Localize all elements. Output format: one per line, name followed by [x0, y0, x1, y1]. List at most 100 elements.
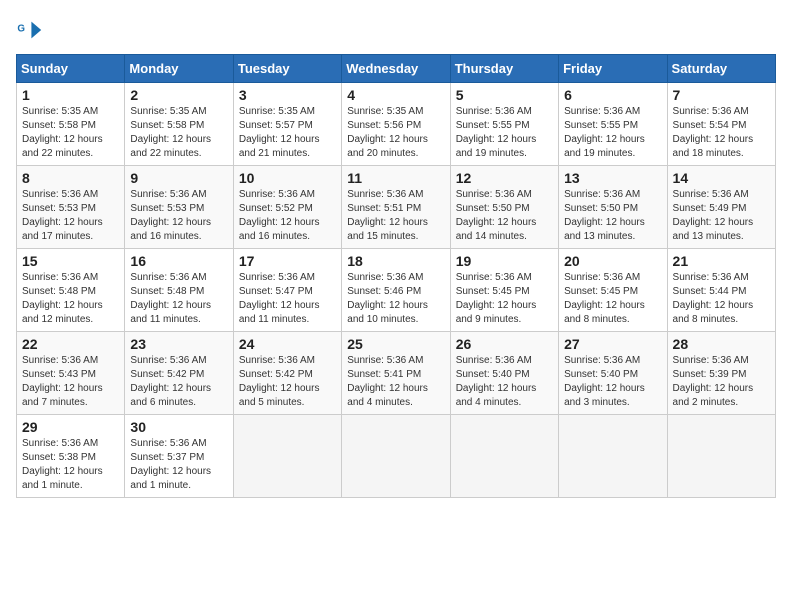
calendar-week-5: 29 Sunrise: 5:36 AMSunset: 5:38 PMDaylig… [17, 415, 776, 498]
day-info: Sunrise: 5:36 AMSunset: 5:54 PMDaylight:… [673, 106, 754, 159]
day-number: 24 [239, 336, 336, 352]
calendar-day-23: 23 Sunrise: 5:36 AMSunset: 5:42 PMDaylig… [125, 332, 233, 415]
calendar-header-tuesday: Tuesday [233, 55, 341, 83]
calendar-day-8: 8 Sunrise: 5:36 AMSunset: 5:53 PMDayligh… [17, 166, 125, 249]
day-info: Sunrise: 5:36 AMSunset: 5:45 PMDaylight:… [564, 272, 645, 325]
day-number: 7 [673, 87, 770, 103]
calendar-day-16: 16 Sunrise: 5:36 AMSunset: 5:48 PMDaylig… [125, 249, 233, 332]
day-number: 13 [564, 170, 661, 186]
day-info: Sunrise: 5:36 AMSunset: 5:41 PMDaylight:… [347, 355, 428, 408]
day-info: Sunrise: 5:36 AMSunset: 5:55 PMDaylight:… [564, 106, 645, 159]
day-info: Sunrise: 5:36 AMSunset: 5:53 PMDaylight:… [22, 189, 103, 242]
calendar-header-thursday: Thursday [450, 55, 558, 83]
day-info: Sunrise: 5:36 AMSunset: 5:45 PMDaylight:… [456, 272, 537, 325]
day-info: Sunrise: 5:36 AMSunset: 5:48 PMDaylight:… [22, 272, 103, 325]
day-number: 11 [347, 170, 444, 186]
day-number: 28 [673, 336, 770, 352]
svg-text:G: G [17, 23, 25, 34]
day-info: Sunrise: 5:36 AMSunset: 5:47 PMDaylight:… [239, 272, 320, 325]
day-info: Sunrise: 5:36 AMSunset: 5:43 PMDaylight:… [22, 355, 103, 408]
day-number: 18 [347, 253, 444, 269]
calendar-day-10: 10 Sunrise: 5:36 AMSunset: 5:52 PMDaylig… [233, 166, 341, 249]
calendar-day-13: 13 Sunrise: 5:36 AMSunset: 5:50 PMDaylig… [559, 166, 667, 249]
day-number: 15 [22, 253, 119, 269]
day-number: 6 [564, 87, 661, 103]
day-number: 29 [22, 419, 119, 435]
calendar-day-empty [667, 415, 775, 498]
calendar-day-11: 11 Sunrise: 5:36 AMSunset: 5:51 PMDaylig… [342, 166, 450, 249]
day-info: Sunrise: 5:36 AMSunset: 5:49 PMDaylight:… [673, 189, 754, 242]
calendar-header-wednesday: Wednesday [342, 55, 450, 83]
calendar-day-6: 6 Sunrise: 5:36 AMSunset: 5:55 PMDayligh… [559, 83, 667, 166]
calendar-day-12: 12 Sunrise: 5:36 AMSunset: 5:50 PMDaylig… [450, 166, 558, 249]
calendar-day-28: 28 Sunrise: 5:36 AMSunset: 5:39 PMDaylig… [667, 332, 775, 415]
calendar-week-1: 1 Sunrise: 5:35 AMSunset: 5:58 PMDayligh… [17, 83, 776, 166]
calendar-day-22: 22 Sunrise: 5:36 AMSunset: 5:43 PMDaylig… [17, 332, 125, 415]
logo-icon: G [16, 16, 44, 44]
day-info: Sunrise: 5:36 AMSunset: 5:38 PMDaylight:… [22, 438, 103, 491]
calendar-day-18: 18 Sunrise: 5:36 AMSunset: 5:46 PMDaylig… [342, 249, 450, 332]
page-header: G [16, 16, 776, 44]
calendar-header-saturday: Saturday [667, 55, 775, 83]
day-info: Sunrise: 5:36 AMSunset: 5:46 PMDaylight:… [347, 272, 428, 325]
day-info: Sunrise: 5:36 AMSunset: 5:51 PMDaylight:… [347, 189, 428, 242]
calendar-day-21: 21 Sunrise: 5:36 AMSunset: 5:44 PMDaylig… [667, 249, 775, 332]
day-info: Sunrise: 5:36 AMSunset: 5:53 PMDaylight:… [130, 189, 211, 242]
calendar-header-monday: Monday [125, 55, 233, 83]
day-number: 2 [130, 87, 227, 103]
calendar-day-7: 7 Sunrise: 5:36 AMSunset: 5:54 PMDayligh… [667, 83, 775, 166]
day-info: Sunrise: 5:36 AMSunset: 5:40 PMDaylight:… [456, 355, 537, 408]
calendar-day-9: 9 Sunrise: 5:36 AMSunset: 5:53 PMDayligh… [125, 166, 233, 249]
calendar-header: SundayMondayTuesdayWednesdayThursdayFrid… [17, 55, 776, 83]
day-number: 19 [456, 253, 553, 269]
calendar-header-sunday: Sunday [17, 55, 125, 83]
calendar-day-empty [450, 415, 558, 498]
day-info: Sunrise: 5:36 AMSunset: 5:50 PMDaylight:… [564, 189, 645, 242]
day-info: Sunrise: 5:36 AMSunset: 5:52 PMDaylight:… [239, 189, 320, 242]
day-number: 1 [22, 87, 119, 103]
day-number: 8 [22, 170, 119, 186]
day-number: 9 [130, 170, 227, 186]
calendar-week-4: 22 Sunrise: 5:36 AMSunset: 5:43 PMDaylig… [17, 332, 776, 415]
day-number: 3 [239, 87, 336, 103]
day-number: 25 [347, 336, 444, 352]
calendar-day-empty [559, 415, 667, 498]
day-number: 10 [239, 170, 336, 186]
calendar-day-empty [233, 415, 341, 498]
day-number: 5 [456, 87, 553, 103]
calendar-day-27: 27 Sunrise: 5:36 AMSunset: 5:40 PMDaylig… [559, 332, 667, 415]
calendar-day-24: 24 Sunrise: 5:36 AMSunset: 5:42 PMDaylig… [233, 332, 341, 415]
calendar-day-30: 30 Sunrise: 5:36 AMSunset: 5:37 PMDaylig… [125, 415, 233, 498]
calendar-day-19: 19 Sunrise: 5:36 AMSunset: 5:45 PMDaylig… [450, 249, 558, 332]
calendar-day-5: 5 Sunrise: 5:36 AMSunset: 5:55 PMDayligh… [450, 83, 558, 166]
calendar-week-2: 8 Sunrise: 5:36 AMSunset: 5:53 PMDayligh… [17, 166, 776, 249]
day-number: 23 [130, 336, 227, 352]
day-info: Sunrise: 5:35 AMSunset: 5:56 PMDaylight:… [347, 106, 428, 159]
day-info: Sunrise: 5:35 AMSunset: 5:58 PMDaylight:… [130, 106, 211, 159]
calendar-header-friday: Friday [559, 55, 667, 83]
calendar-day-14: 14 Sunrise: 5:36 AMSunset: 5:49 PMDaylig… [667, 166, 775, 249]
calendar-day-29: 29 Sunrise: 5:36 AMSunset: 5:38 PMDaylig… [17, 415, 125, 498]
day-number: 27 [564, 336, 661, 352]
day-info: Sunrise: 5:36 AMSunset: 5:37 PMDaylight:… [130, 438, 211, 491]
day-info: Sunrise: 5:36 AMSunset: 5:40 PMDaylight:… [564, 355, 645, 408]
day-info: Sunrise: 5:36 AMSunset: 5:42 PMDaylight:… [130, 355, 211, 408]
calendar-day-20: 20 Sunrise: 5:36 AMSunset: 5:45 PMDaylig… [559, 249, 667, 332]
day-info: Sunrise: 5:36 AMSunset: 5:48 PMDaylight:… [130, 272, 211, 325]
calendar-day-2: 2 Sunrise: 5:35 AMSunset: 5:58 PMDayligh… [125, 83, 233, 166]
calendar-day-3: 3 Sunrise: 5:35 AMSunset: 5:57 PMDayligh… [233, 83, 341, 166]
calendar-day-empty [342, 415, 450, 498]
day-number: 30 [130, 419, 227, 435]
logo: G [16, 16, 48, 44]
calendar-day-17: 17 Sunrise: 5:36 AMSunset: 5:47 PMDaylig… [233, 249, 341, 332]
day-number: 26 [456, 336, 553, 352]
day-number: 4 [347, 87, 444, 103]
day-number: 12 [456, 170, 553, 186]
calendar-day-4: 4 Sunrise: 5:35 AMSunset: 5:56 PMDayligh… [342, 83, 450, 166]
day-info: Sunrise: 5:35 AMSunset: 5:57 PMDaylight:… [239, 106, 320, 159]
day-number: 14 [673, 170, 770, 186]
calendar-day-25: 25 Sunrise: 5:36 AMSunset: 5:41 PMDaylig… [342, 332, 450, 415]
day-info: Sunrise: 5:36 AMSunset: 5:42 PMDaylight:… [239, 355, 320, 408]
day-number: 21 [673, 253, 770, 269]
day-info: Sunrise: 5:35 AMSunset: 5:58 PMDaylight:… [22, 106, 103, 159]
